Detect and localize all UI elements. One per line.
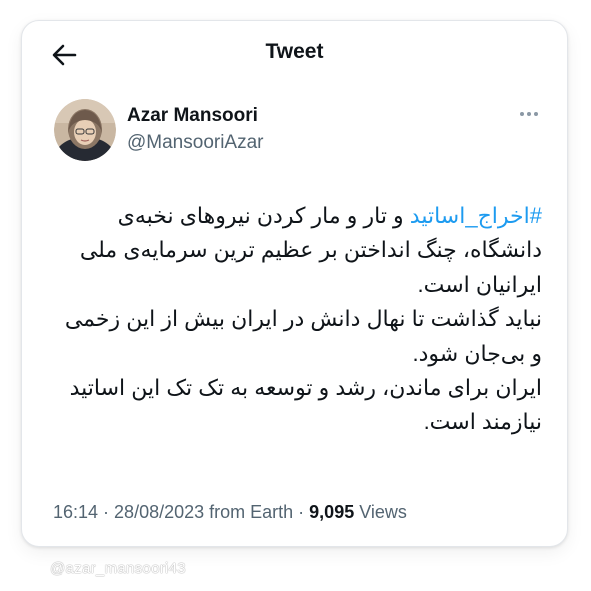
watermark: @azar_mansoori43 xyxy=(50,560,186,577)
views-count: 9,095 xyxy=(309,502,355,522)
author-handle[interactable]: @MansooriAzar xyxy=(127,132,264,154)
views-label: Views xyxy=(354,502,407,522)
tweet-card: Tweet Azar Mansoori @MansooriAzar #اخراج… xyxy=(21,20,568,547)
tweet-line: و بی‌جان شود. xyxy=(412,340,542,366)
more-horizontal-icon[interactable] xyxy=(516,105,542,123)
tweet-line: ایرانیان است. xyxy=(417,271,542,297)
tweet-time[interactable]: 16:14 xyxy=(53,502,98,522)
tweet-line: نباید گذاشت تا نهال دانش در ایران بیش از… xyxy=(64,306,542,332)
tweet-header: Tweet xyxy=(22,21,567,85)
tweet-source: from Earth xyxy=(204,502,294,522)
tweet-line-text: و تار و مار کردن نیروهای نخبه‌ی xyxy=(117,203,410,228)
hashtag-link[interactable]: #اخراج_اساتید xyxy=(410,203,542,228)
tweet-text: #اخراج_اساتید و تار و مار کردن نیروهای ن… xyxy=(64,199,542,440)
tweet-line: #اخراج_اساتید و تار و مار کردن نیروهای ن… xyxy=(68,199,542,233)
tweet-meta: 16:14 · 28/08/2023 from Earth · 9,095 Vi… xyxy=(53,502,407,523)
separator-dot: · xyxy=(293,502,310,522)
tweet-line: ایران برای ماندن، رشد و توسعه به تک تک ا… xyxy=(69,375,542,401)
tweet-line: نیازمند است. xyxy=(423,409,542,435)
avatar[interactable] xyxy=(54,99,116,161)
page-title: Tweet xyxy=(265,40,324,63)
tweet-date[interactable]: 28/08/2023 xyxy=(114,502,204,522)
screenshot-stage: Tweet Azar Mansoori @MansooriAzar #اخراج… xyxy=(0,0,591,591)
author-name[interactable]: Azar Mansoori xyxy=(127,105,258,127)
separator-dot: · xyxy=(98,502,115,522)
tweet-line: دانشگاه، چنگ انداختن بر عظیم ترین سرمایه… xyxy=(79,237,542,263)
